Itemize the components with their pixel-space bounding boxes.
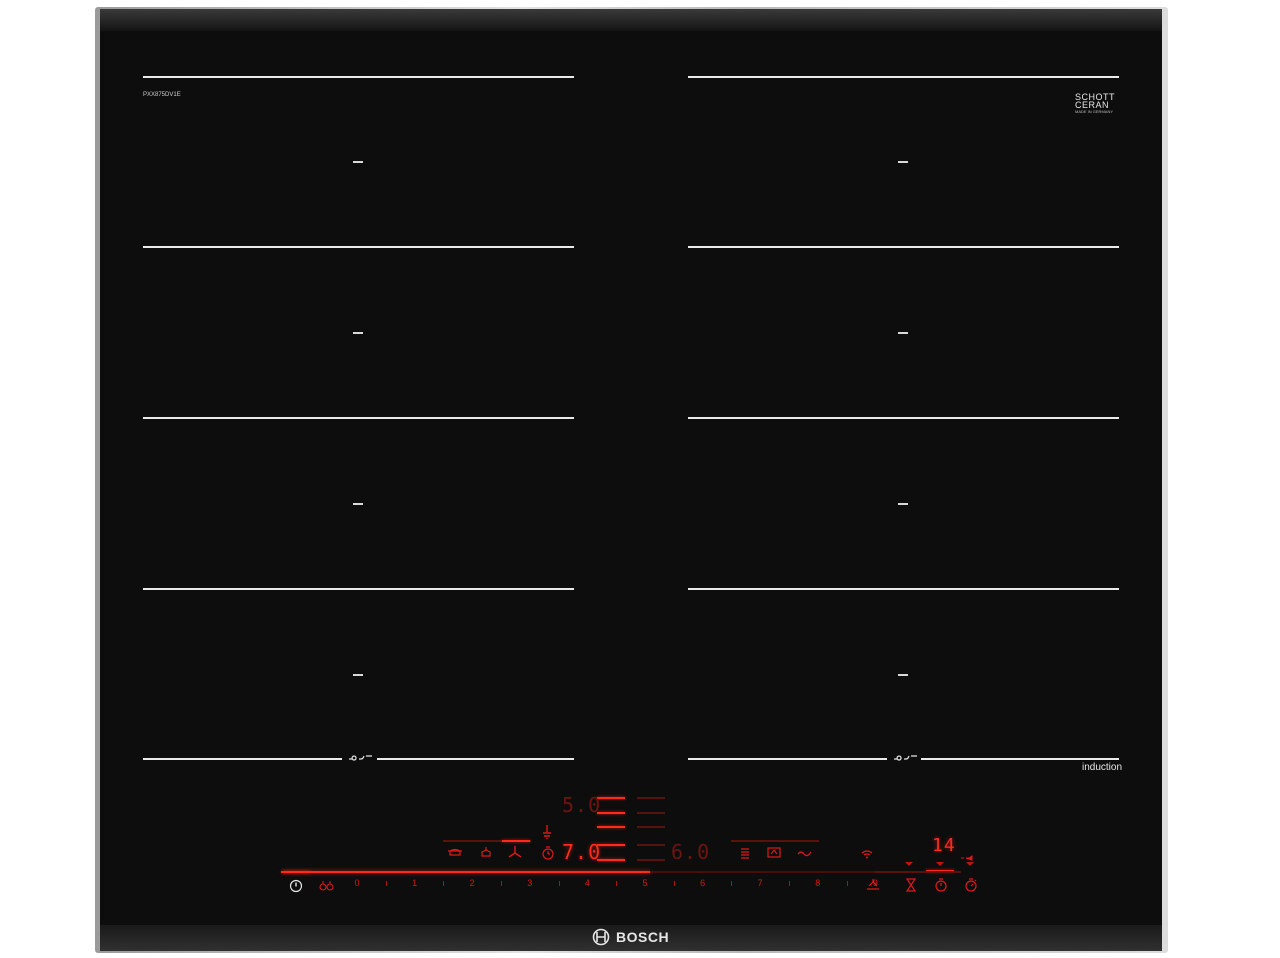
power-icon[interactable]	[289, 879, 303, 893]
zone-line-left-1	[143, 76, 574, 78]
power-level-6[interactable]: 6	[696, 878, 710, 888]
flexzone-icon-right	[894, 755, 917, 761]
zone-line-left-2	[143, 246, 574, 248]
power-half-step[interactable]	[789, 881, 790, 886]
power-level-2[interactable]: 2	[465, 878, 479, 888]
zone-line-left-5b	[377, 758, 574, 760]
level-bar	[597, 859, 625, 861]
zone-select-line	[731, 840, 819, 842]
pan-icon[interactable]	[448, 847, 462, 859]
induction-label: induction	[1082, 762, 1123, 773]
power-level-5[interactable]: 5	[638, 878, 652, 888]
zone-mark-right-4[interactable]	[898, 674, 908, 676]
power-level-1[interactable]: 1	[408, 878, 422, 888]
top-edge	[100, 9, 1162, 31]
heat-indicator-icon	[543, 825, 551, 839]
schott-ceran-logo: SCHOTT CERAN MADE IN GERMANY	[1075, 92, 1115, 115]
stopwatch-icon[interactable]	[964, 878, 978, 892]
hood-icon[interactable]	[866, 878, 880, 890]
power-level-7[interactable]: 7	[753, 878, 767, 888]
timer-icon[interactable]	[934, 878, 948, 892]
frying-icon[interactable]	[767, 846, 781, 859]
zone-line-left-3	[143, 417, 574, 419]
zone-line-right-5a	[688, 758, 887, 760]
power-half-step[interactable]	[501, 881, 502, 886]
zone-line-right-2	[688, 246, 1119, 248]
level-bar	[637, 826, 665, 828]
power-half-step[interactable]	[616, 881, 618, 886]
power-display-flex[interactable]: 5.0	[562, 793, 601, 817]
power-level-0[interactable]: 0	[350, 878, 364, 888]
level-bar	[637, 844, 665, 846]
griddle-icon[interactable]	[797, 849, 813, 857]
zone-mark-left-4[interactable]	[353, 674, 363, 676]
cooktop-glass: PXX875DV1E SCHOTT CERAN MADE IN GERMANY …	[100, 9, 1162, 951]
pot-icon[interactable]	[479, 846, 493, 859]
power-half-step[interactable]	[846, 881, 848, 886]
bosch-logo: BOSCH	[592, 928, 669, 946]
level-bar	[597, 826, 625, 828]
model-code: PXX875DV1E	[143, 92, 181, 98]
timer-down-icon[interactable]	[904, 861, 914, 867]
slider-tail-line	[875, 871, 961, 873]
timer-icon[interactable]	[541, 846, 555, 860]
power-half-step[interactable]	[731, 881, 733, 886]
power-half-step[interactable]	[673, 881, 675, 886]
level-bar	[637, 797, 665, 799]
timer-minute-icon[interactable]	[906, 878, 916, 892]
child-lock-icon[interactable]	[319, 880, 335, 892]
level-bar	[597, 844, 625, 846]
power-half-step[interactable]	[558, 881, 560, 886]
zone-line-right-5b	[921, 758, 1119, 760]
level-bar	[637, 859, 665, 861]
bosch-logo-icon	[592, 928, 610, 946]
power-level-4[interactable]: 4	[580, 878, 594, 888]
zone-line-right-4	[688, 588, 1119, 590]
brand-name: BOSCH	[616, 929, 670, 945]
timer-minute-icon	[961, 855, 973, 861]
zone-mark-right-3[interactable]	[898, 503, 908, 505]
zone-mark-left-2[interactable]	[353, 332, 363, 334]
zone-line-left-5a	[143, 758, 342, 760]
flexzone-icon-left	[349, 755, 372, 761]
power-level-8[interactable]: 8	[811, 878, 825, 888]
zone-line-right-1	[688, 76, 1119, 78]
wifi-icon[interactable]	[860, 849, 874, 859]
zone-line-right-3	[688, 417, 1119, 419]
power-half-step[interactable]	[385, 881, 387, 886]
power-half-step[interactable]	[443, 881, 445, 886]
zone-mark-right-1[interactable]	[898, 161, 908, 163]
power-display-left[interactable]: 7.0	[562, 840, 601, 864]
pasta-icon[interactable]	[739, 847, 751, 859]
power-display-right[interactable]: 6.0	[671, 840, 710, 864]
power-slider-fill	[283, 871, 651, 873]
level-bar	[597, 797, 625, 799]
power-slider[interactable]	[283, 871, 875, 873]
zone-line-left-4	[143, 588, 574, 590]
zone-mark-left-3[interactable]	[353, 503, 363, 505]
level-bar	[597, 812, 625, 814]
zone-select-line	[502, 840, 530, 842]
timer-select-icon[interactable]	[935, 861, 945, 867]
timer-display[interactable]: 14	[932, 835, 956, 856]
zone-mark-left-1[interactable]	[353, 161, 363, 163]
zone-mark-right-2[interactable]	[898, 332, 908, 334]
wok-icon[interactable]	[507, 845, 523, 859]
power-level-3[interactable]: 3	[523, 878, 537, 888]
level-bar	[637, 812, 665, 814]
